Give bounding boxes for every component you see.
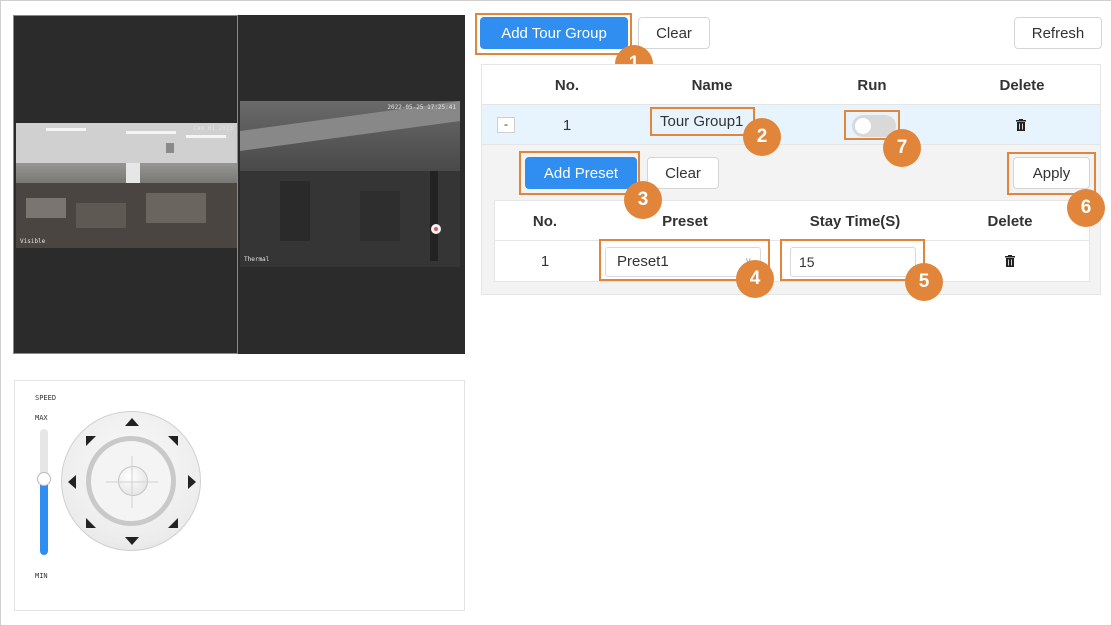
col-header-no: No. [554,77,580,94]
video-preview-area: Visible Cam 01 2023 Thermal 2022-05-25 1… [13,15,465,354]
delete-preset-trash-icon[interactable] [1005,255,1015,267]
preset-col-header-stay-time: Stay Time(S) [809,213,901,230]
speed-label: SPEED [35,394,57,402]
speed-slider[interactable] [37,429,51,555]
speed-slider-fill [40,479,48,555]
preset-table-header: No. Preset Stay Time(S) Delete [495,201,1089,241]
refresh-button[interactable]: Refresh [1014,17,1102,49]
group-row-no: 1 [562,117,572,134]
clear-groups-button[interactable]: Clear [638,17,710,49]
callout-box-2 [650,107,755,136]
ptz-down-right-arrow-icon[interactable] [168,518,178,528]
ptz-down-left-arrow-icon[interactable] [86,518,96,528]
preset-col-header-delete: Delete [987,213,1033,230]
collapse-row-button[interactable]: - [497,117,515,133]
thermal-video-pane[interactable]: Thermal 2022-05-25 17:25:41 [239,15,465,354]
ptz-up-arrow-icon[interactable] [125,418,139,426]
preset-row-no: 1 [540,253,550,270]
speed-slider-handle[interactable] [37,472,51,487]
col-header-run: Run [857,77,887,94]
table-row[interactable]: - 1 Tour Group1 [482,105,1100,145]
delete-group-trash-icon[interactable] [1016,119,1026,131]
thermal-video-frame: Thermal 2022-05-25 17:25:41 [240,101,460,267]
tour-group-table-header: No. Name Run Delete [482,65,1100,105]
col-header-name: Name [691,77,733,94]
ptz-right-arrow-icon[interactable] [188,475,196,489]
callout-badge-5: 5 [905,263,943,301]
callout-badge-4: 4 [736,260,774,298]
callout-box-5 [780,239,925,281]
ptz-left-arrow-icon[interactable] [68,475,76,489]
callout-badge-7: 7 [883,129,921,167]
add-preset-button[interactable]: Add Preset [525,157,637,189]
ptz-control-panel: SPEED MAX MIN [14,380,465,611]
thermal-caption: Thermal [244,256,270,263]
add-tour-group-button[interactable]: Add Tour Group [480,17,628,49]
ptz-direction-pad[interactable] [61,411,201,551]
visible-osd-text: Cam 01 2023 [193,125,233,132]
ptz-up-left-arrow-icon[interactable] [86,436,96,446]
visible-caption: Visible [20,238,46,245]
clear-presets-button[interactable]: Clear [647,157,719,189]
callout-badge-6: 6 [1067,189,1105,227]
ptz-down-arrow-icon[interactable] [125,537,139,545]
apply-button[interactable]: Apply [1013,157,1090,189]
visible-video-pane[interactable]: Visible Cam 01 2023 [13,15,238,354]
col-header-delete: Delete [999,77,1045,94]
thermal-osd-text: 2022-05-25 17:25:41 [387,104,456,111]
speed-min-label: MIN [35,572,48,580]
callout-badge-2: 2 [743,118,781,156]
visible-video-frame: Visible Cam 01 2023 [16,123,237,248]
ptz-up-right-arrow-icon[interactable] [168,436,178,446]
preset-col-header-no: No. [532,213,558,230]
speed-max-label: MAX [35,414,48,422]
callout-badge-3: 3 [624,181,662,219]
